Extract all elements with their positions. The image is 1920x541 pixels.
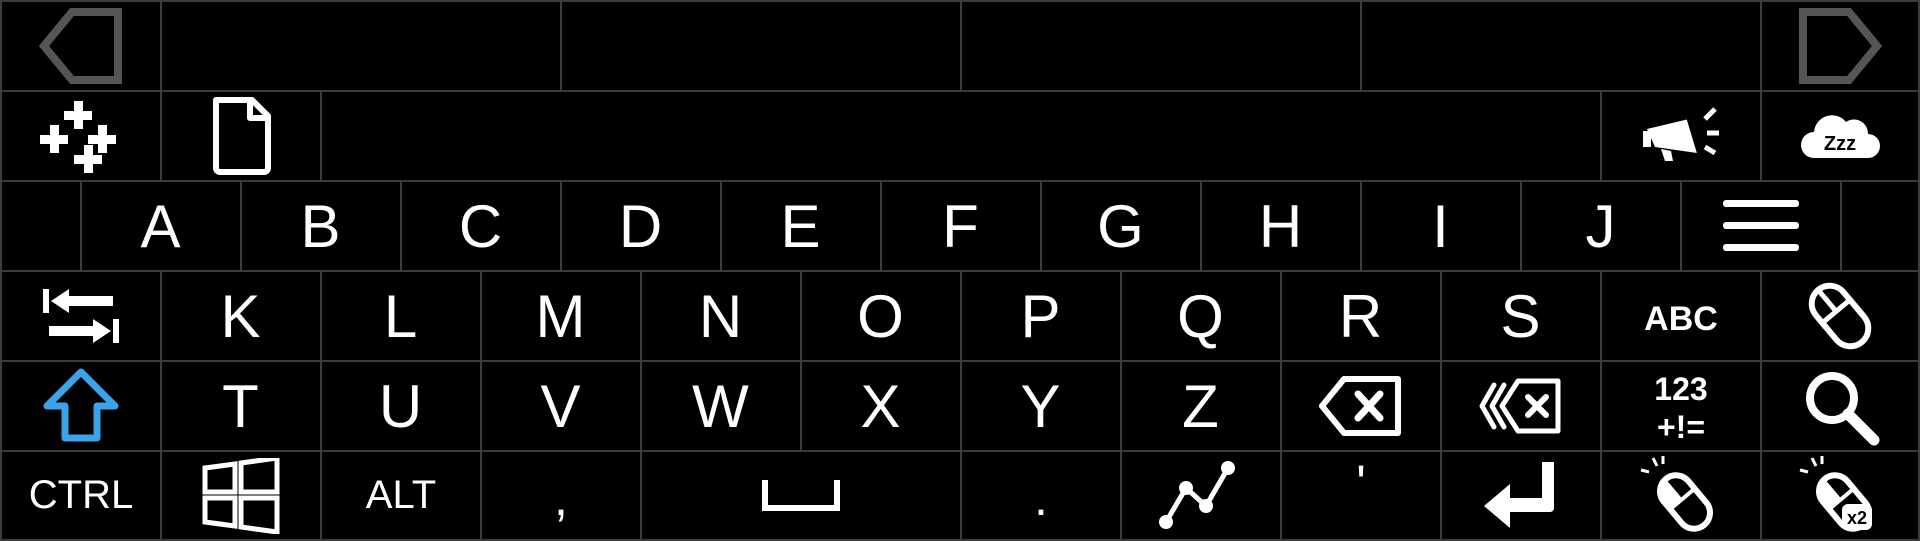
document-icon [213, 97, 271, 175]
enter-button[interactable] [1440, 450, 1602, 541]
key-z[interactable]: Z [1120, 360, 1282, 452]
menu-button[interactable] [1680, 180, 1842, 272]
letter-row-3: T U V W X Y Z 123 +!= [0, 360, 1920, 452]
right-arrow-icon [1799, 8, 1883, 84]
double-click-button[interactable]: x2 [1760, 450, 1920, 541]
tools-row: Zzz [0, 90, 1920, 182]
comma-key[interactable]: , [480, 450, 642, 541]
apostrophe-key[interactable]: ' [1280, 450, 1442, 541]
hamburger-menu-icon [1723, 200, 1799, 251]
key-n[interactable]: N [640, 270, 802, 362]
swipe-path-icon [1159, 460, 1235, 529]
space-bar-icon [762, 479, 840, 511]
mouse-mode-button[interactable] [1760, 270, 1920, 362]
magnifier-icon [1806, 372, 1880, 446]
double-click-text: x2 [1847, 508, 1867, 528]
mouse-double-click-icon: x2 [1799, 455, 1872, 532]
mouse-click-icon [1640, 455, 1713, 532]
key-d[interactable]: D [560, 180, 722, 272]
key-o[interactable]: O [800, 270, 962, 362]
numbers-symbols-icon: 123 +!= [1654, 371, 1707, 444]
scroll-right-button[interactable] [1760, 0, 1920, 92]
document-button[interactable] [160, 90, 322, 182]
key-k[interactable]: K [160, 270, 322, 362]
suggestion-slot-3[interactable] [960, 0, 1362, 92]
letter-row-2: K L M N O P Q R S ABC [0, 270, 1920, 362]
suggestion-row [0, 0, 1920, 92]
backspace-icon [1319, 376, 1401, 436]
delete-word-icon [1479, 378, 1561, 434]
key-t[interactable]: T [160, 360, 322, 452]
suggestion-slot-4[interactable] [1360, 0, 1762, 92]
alt-button[interactable]: ALT [320, 450, 482, 541]
multi-add-button[interactable] [0, 90, 162, 182]
sleep-text: Zzz [1824, 133, 1856, 155]
windows-logo-icon [202, 457, 280, 534]
key-p[interactable]: P [960, 270, 1122, 362]
key-r[interactable]: R [1280, 270, 1442, 362]
key-c[interactable]: C [400, 180, 562, 272]
enter-arrow-icon [1484, 461, 1554, 528]
key-s[interactable]: S [1440, 270, 1602, 362]
row1-right-spacer [1840, 180, 1920, 272]
key-u[interactable]: U [320, 360, 482, 452]
key-l[interactable]: L [320, 270, 482, 362]
plus-cluster-icon [40, 101, 116, 173]
abc-layout-button[interactable]: ABC [1600, 270, 1762, 362]
tab-arrows-icon [43, 289, 119, 343]
numbers-layout-button[interactable]: 123 +!= [1600, 360, 1762, 452]
sleep-cloud-icon: Zzz [1801, 115, 1880, 158]
key-h[interactable]: H [1200, 180, 1362, 272]
key-i[interactable]: I [1360, 180, 1522, 272]
tab-button[interactable] [0, 270, 162, 362]
sleep-button[interactable]: Zzz [1760, 90, 1920, 182]
space-key[interactable] [640, 450, 962, 541]
modifier-row: CTRL ALT , . ' x2 [0, 450, 1920, 541]
scroll-left-button[interactable] [0, 0, 162, 92]
tools-empty-area [320, 90, 1602, 182]
windows-button[interactable] [160, 450, 322, 541]
delete-word-button[interactable] [1440, 360, 1602, 452]
key-y[interactable]: Y [960, 360, 1122, 452]
key-e[interactable]: E [720, 180, 882, 272]
key-v[interactable]: V [480, 360, 642, 452]
key-g[interactable]: G [1040, 180, 1202, 272]
abc-icon: ABC [1644, 300, 1718, 338]
shift-button[interactable] [0, 360, 162, 452]
key-q[interactable]: Q [1120, 270, 1282, 362]
key-x[interactable]: X [800, 360, 962, 452]
backspace-button[interactable] [1280, 360, 1442, 452]
mouse-icon [1808, 282, 1872, 350]
abc-text: ABC [1644, 300, 1718, 338]
megaphone-icon [1643, 107, 1719, 161]
swipe-typing-button[interactable] [1120, 450, 1282, 541]
left-click-button[interactable] [1600, 450, 1762, 541]
ctrl-button[interactable]: CTRL [0, 450, 162, 541]
left-arrow-icon [38, 8, 122, 84]
key-w[interactable]: W [640, 360, 802, 452]
key-b[interactable]: B [240, 180, 402, 272]
key-j[interactable]: J [1520, 180, 1682, 272]
key-a[interactable]: A [80, 180, 242, 272]
period-key[interactable]: . [960, 450, 1122, 541]
numbers-top-text: 123 [1654, 371, 1707, 407]
search-button[interactable] [1760, 360, 1920, 452]
key-f[interactable]: F [880, 180, 1042, 272]
numbers-bottom-text: +!= [1657, 409, 1705, 444]
suggestion-slot-2[interactable] [560, 0, 962, 92]
row1-left-spacer [0, 180, 82, 272]
shift-arrow-icon [43, 368, 119, 442]
key-m[interactable]: M [480, 270, 642, 362]
letter-row-1: A B C D E F G H I J [0, 180, 1920, 272]
announce-button[interactable] [1600, 90, 1762, 182]
suggestion-slot-1[interactable] [160, 0, 562, 92]
